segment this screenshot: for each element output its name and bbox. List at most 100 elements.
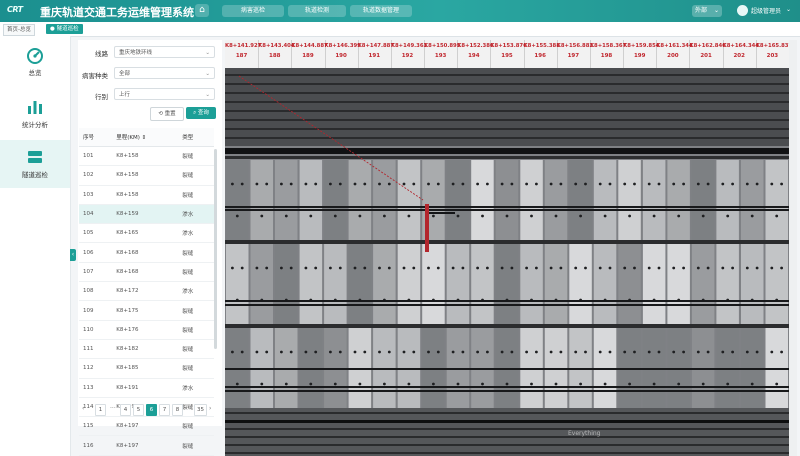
tab-tunnel-inspection[interactable]: ● 隧道巡检 <box>46 24 83 34</box>
mileage-marker[interactable]: K8+150.895 193 <box>424 40 461 68</box>
mileage-marker[interactable]: K8+158.367 198 <box>590 40 626 68</box>
table-row[interactable]: 112 K8+185 裂缝 <box>79 358 214 379</box>
tunnel-image-viewer[interactable]: K8+141.927 187 K8+143.404 188 K8+144.887 189 K… <box>225 40 789 456</box>
table-row-selected[interactable]: 104 K8+159 渗水 <box>79 204 214 225</box>
mileage-index: 191 <box>368 53 381 59</box>
table-header-row: 序号 里程(KM) ⇕ 类型 <box>79 128 214 147</box>
cell-km: K8+176 <box>110 320 165 340</box>
mileage-marker[interactable]: K8+143.404 188 <box>258 40 295 68</box>
table-scrollbar[interactable] <box>214 149 217 349</box>
mileage-marker[interactable]: K8+153.876 195 <box>490 40 527 68</box>
cell-type: 裂缝 <box>164 146 214 167</box>
mileage-marker[interactable]: K8+144.887 189 <box>291 40 328 68</box>
column-header-km[interactable]: 里程(KM) ⇕ <box>110 128 165 147</box>
mileage-marker[interactable]: K8+149.363 192 <box>391 40 427 68</box>
cell-no: 102 <box>79 165 111 186</box>
table-row[interactable]: 116 K8+197 裂缝 <box>79 435 214 456</box>
query-button-label: 查询 <box>197 110 209 116</box>
mileage-marker[interactable]: K8+159.854 199 <box>623 40 659 68</box>
table-row[interactable]: 102 K8+158 裂缝 <box>79 165 214 186</box>
cell-no: 101 <box>79 146 111 167</box>
cell-km: K8+191 <box>110 378 165 398</box>
tab-home-overview[interactable]: 首页-总览 <box>3 24 35 36</box>
mileage-marker[interactable]: K8+162.846 201 <box>689 40 726 68</box>
mileage-index: 202 <box>733 53 745 59</box>
user-name[interactable]: 超级管理员 <box>751 6 781 15</box>
tab-track-detection[interactable]: 轨道检测 <box>288 5 346 17</box>
sidebar-item-overview[interactable]: 总览 <box>0 38 70 86</box>
table-row[interactable]: 111 K8+182 裂缝 <box>79 339 214 360</box>
table-row[interactable]: 108 K8+172 渗水 <box>79 281 214 302</box>
chevron-down-icon[interactable]: ⌄ <box>786 6 791 13</box>
image-watermark: Everything <box>568 430 601 437</box>
page-button-active[interactable]: 6 <box>146 404 157 416</box>
prev-page-button[interactable]: ‹ <box>82 404 84 414</box>
direction-label: 行别 <box>95 93 108 101</box>
cell-type: 裂缝 <box>164 262 214 283</box>
page-ellipsis[interactable]: ··· <box>110 404 116 414</box>
page-button[interactable]: 1 <box>95 404 106 416</box>
cell-type: 裂缝 <box>164 185 214 205</box>
page-ellipsis[interactable]: ··· <box>184 404 190 414</box>
avatar[interactable] <box>737 5 748 16</box>
table-row[interactable]: 105 K8+165 渗水 <box>79 223 214 244</box>
table-row[interactable]: 106 K8+168 裂缝 <box>79 242 214 263</box>
cell-km: K8+172 <box>110 281 165 302</box>
mileage-km: K8+147.887 <box>357 43 395 49</box>
table-row[interactable]: 101 K8+158 裂缝 <box>79 146 214 167</box>
table-row[interactable]: 109 K8+175 裂缝 <box>79 300 214 321</box>
mileage-index: 203 <box>766 53 779 59</box>
direction-select-value: 上行 <box>119 92 131 98</box>
cell-km: K8+158 <box>110 165 165 186</box>
page-button[interactable]: 5 <box>133 404 144 416</box>
line-selector[interactable]: 外部 ⌄ <box>692 5 722 17</box>
mileage-km: K8+150.895 <box>424 43 461 49</box>
table-row[interactable]: 107 K8+168 裂缝 <box>79 262 214 283</box>
cell-no: 109 <box>79 300 111 321</box>
mileage-index: 199 <box>633 53 646 59</box>
mileage-marker[interactable]: K8+141.927 187 <box>225 40 261 68</box>
cell-type: 裂缝 <box>164 339 214 360</box>
table-row[interactable]: 115 K8+197 裂缝 <box>79 416 214 437</box>
tab-track-data-management[interactable]: 轨道数据管理 <box>350 5 412 17</box>
mileage-marker[interactable]: K8+155.388 196 <box>524 40 560 68</box>
page-button[interactable]: 35 <box>194 404 207 416</box>
table-row[interactable]: 103 K8+158 裂缝 <box>79 185 214 205</box>
home-icon[interactable]: ⌂ <box>195 4 209 17</box>
reset-button[interactable]: ⟲ 重置 <box>150 107 184 121</box>
next-page-button[interactable]: › <box>209 404 211 414</box>
cell-no: 113 <box>79 378 111 398</box>
direction-select[interactable]: 上行 ⌄ <box>114 88 215 100</box>
sidebar-item-statistics[interactable]: 统计分析 <box>0 90 70 138</box>
mileage-marker[interactable]: K8+165.837 203 <box>756 40 789 68</box>
page-button[interactable]: 4 <box>120 404 131 416</box>
mileage-index: 196 <box>534 53 546 59</box>
sort-icon[interactable]: ⇕ <box>142 135 147 141</box>
mileage-marker[interactable]: K8+161.344 200 <box>656 40 693 68</box>
defect-type-label: 病害种类 <box>82 72 108 80</box>
cell-type: 渗水 <box>164 204 214 225</box>
mileage-marker[interactable]: K8+146.399 190 <box>325 40 361 68</box>
mileage-marker[interactable]: K8+164.344 202 <box>723 40 759 68</box>
defect-type-select[interactable]: 全部 ⌄ <box>114 67 215 79</box>
table-row[interactable]: 110 K8+176 裂缝 <box>79 320 214 340</box>
mileage-marker[interactable]: K8+152.386 194 <box>457 40 494 68</box>
page-button[interactable]: 7 <box>159 404 170 416</box>
collapse-sidebar-button[interactable]: ‹ <box>70 249 76 261</box>
cell-type: 渗水 <box>164 223 214 244</box>
page-button[interactable]: 8 <box>172 404 183 416</box>
tunnel-scan-image[interactable] <box>225 68 789 456</box>
table-row[interactable]: 113 K8+191 渗水 <box>79 378 214 398</box>
query-button[interactable]: ⌕ 查询 <box>186 107 216 119</box>
mileage-marker[interactable]: K8+156.882 197 <box>557 40 593 68</box>
line-select[interactable]: 重庆地铁环线 ⌄ <box>114 46 215 58</box>
viewer-scrollbar[interactable] <box>789 40 797 456</box>
tab-defect-inspection[interactable]: 病害巡检 <box>222 5 284 17</box>
cell-km: K8+159 <box>110 204 165 225</box>
mileage-index: 201 <box>700 53 712 59</box>
cell-type: 渗水 <box>164 281 214 302</box>
cell-km: K8+197 <box>110 416 165 437</box>
line-select-value: 重庆地铁环线 <box>119 50 153 56</box>
mileage-marker[interactable]: K8+147.887 191 <box>357 40 395 68</box>
sidebar-item-tunnel-inspection[interactable]: 隧道巡检 <box>0 140 70 188</box>
